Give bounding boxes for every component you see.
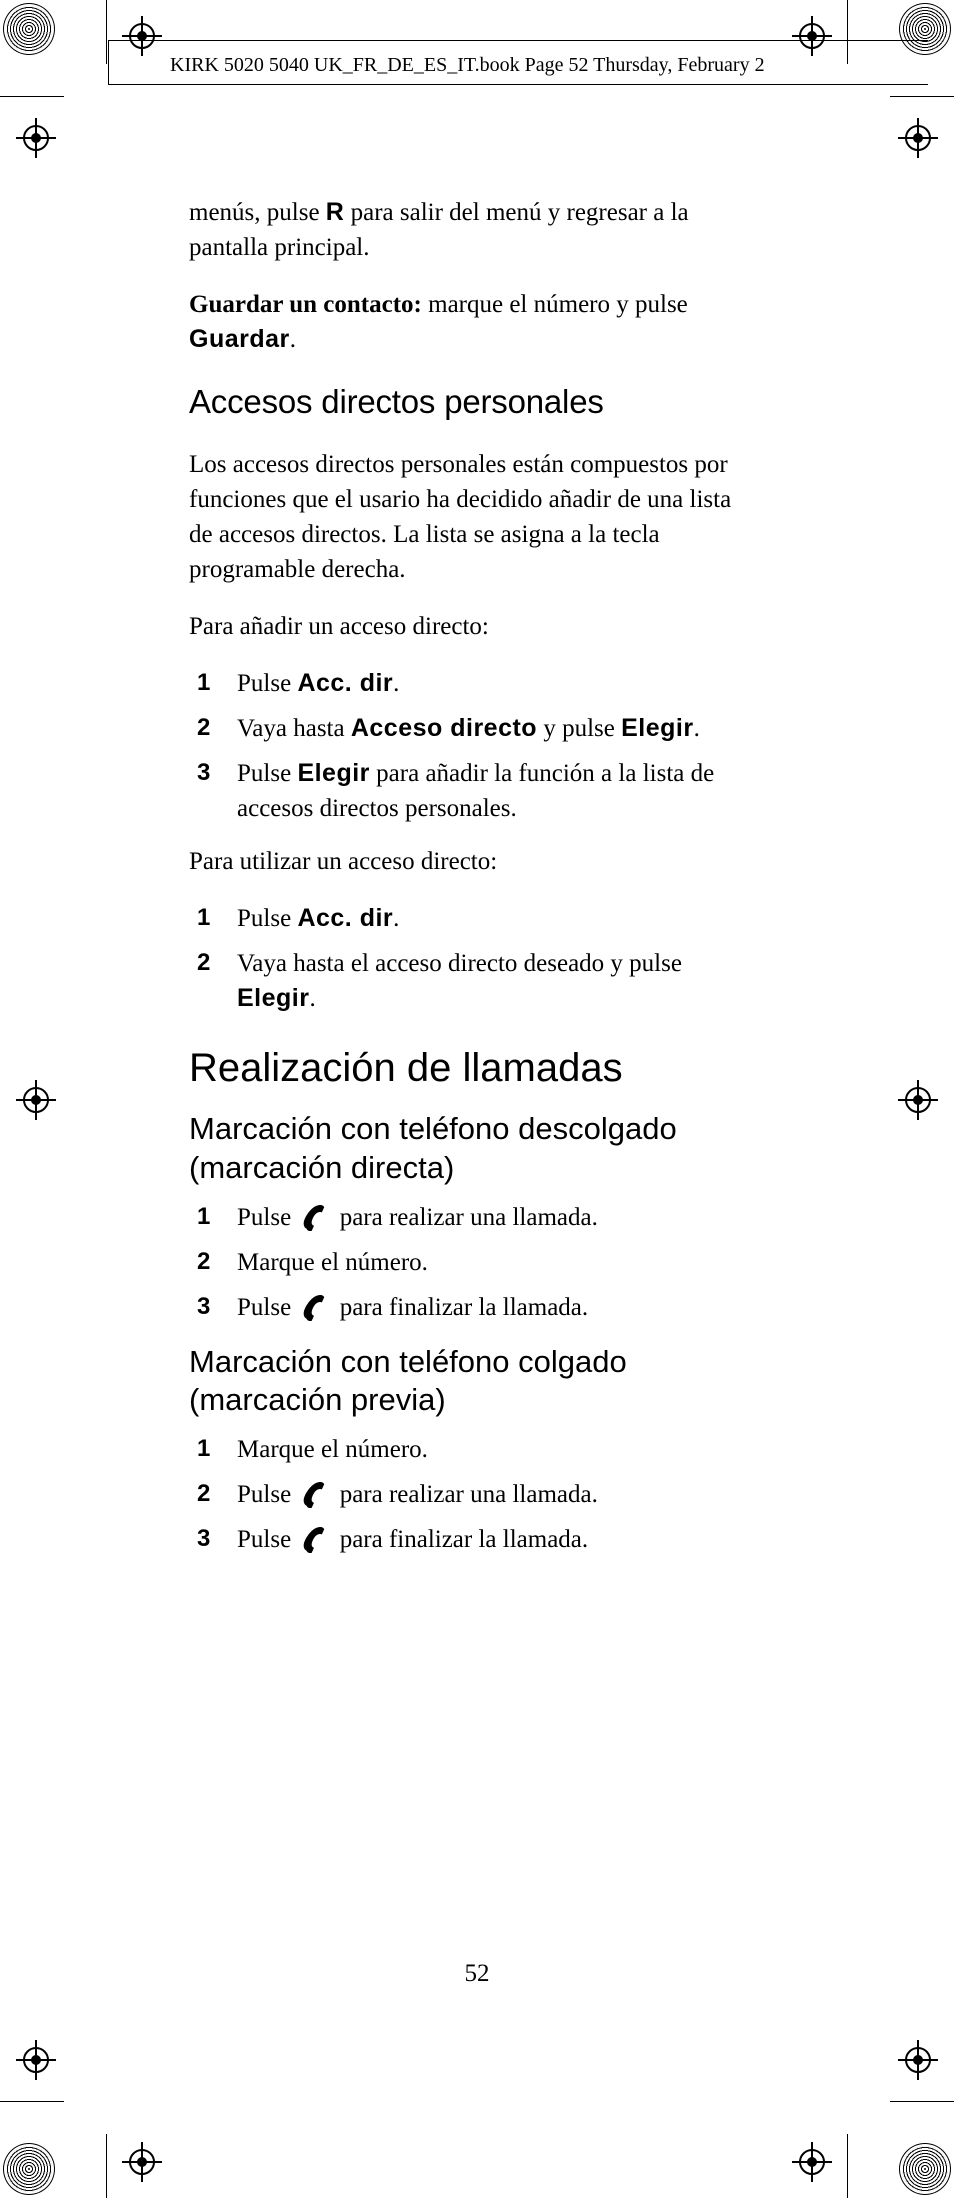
key-label: R [326, 198, 345, 226]
step-list: Pulse Acc. dir. Vaya hasta el acceso dir… [189, 901, 757, 1016]
body-text: y pulse [537, 715, 621, 742]
subsection-heading: Marcación con teléfono colgado (marcació… [189, 1343, 757, 1421]
crop-guide [890, 96, 954, 97]
header-rule [108, 40, 928, 41]
crop-mark-icon [6, 6, 52, 52]
step-list: Pulse para realizar una llamada. Marque … [189, 1200, 757, 1325]
step-item: Pulse para realizar una llamada. [189, 1477, 757, 1512]
subsection-heading: Marcación con teléfono descolgado (marca… [189, 1110, 757, 1188]
registration-mark-icon [898, 2040, 938, 2080]
body-paragraph: menús, pulse R para salir del menú y reg… [189, 195, 757, 265]
body-text: . [393, 670, 399, 697]
step-list: Pulse Acc. dir. Vaya hasta Acceso direct… [189, 666, 757, 826]
body-paragraph: Para añadir un acceso directo: [189, 609, 757, 644]
key-label: Guardar [189, 325, 290, 353]
crop-guide [847, 2134, 848, 2198]
phone-handset-icon [297, 1293, 333, 1321]
registration-mark-icon [898, 118, 938, 158]
crop-mark-icon [902, 6, 948, 52]
body-text: menús, pulse [189, 199, 326, 226]
registration-mark-icon [16, 2040, 56, 2080]
step-item: Vaya hasta el acceso directo deseado y p… [189, 946, 757, 1016]
page-content: menús, pulse R para salir del menú y reg… [189, 195, 757, 1575]
step-item: Pulse para realizar una llamada. [189, 1200, 757, 1235]
step-item: Pulse para finalizar la llamada. [189, 1290, 757, 1325]
key-label: Acc. dir [297, 669, 393, 697]
body-text: Pulse [237, 760, 297, 787]
key-label: Acc. dir [297, 904, 393, 932]
body-text: . [393, 905, 399, 932]
body-text: Pulse [237, 905, 297, 932]
phone-handset-icon [297, 1480, 333, 1508]
inline-heading: Guardar un contacto: [189, 291, 422, 318]
registration-mark-icon [16, 1080, 56, 1120]
registration-mark-icon [792, 2142, 832, 2182]
step-item: Vaya hasta Acceso directo y pulse Elegir… [189, 711, 757, 746]
crop-guide [0, 2101, 64, 2102]
header-rule [108, 40, 109, 84]
key-label: Elegir [237, 984, 309, 1012]
body-text: Pulse [237, 1481, 297, 1508]
crop-guide [847, 0, 848, 64]
body-text: para realizar una llamada. [340, 1481, 598, 1508]
page-number: 52 [0, 1960, 954, 1988]
registration-mark-icon [898, 1080, 938, 1120]
body-paragraph: Los accesos directos personales están co… [189, 447, 757, 587]
body-paragraph: Para utilizar un acceso directo: [189, 844, 757, 879]
body-text: . [694, 715, 700, 742]
crop-guide [106, 0, 107, 64]
body-text: para finalizar la llamada. [340, 1526, 588, 1553]
step-item: Marque el número. [189, 1432, 757, 1467]
document-header: KIRK 5020 5040 UK_FR_DE_ES_IT.book Page … [170, 54, 765, 77]
crop-guide [106, 2134, 107, 2198]
body-text: Pulse [237, 1294, 297, 1321]
body-text: Pulse [237, 1526, 297, 1553]
step-item: Pulse Acc. dir. [189, 901, 757, 936]
crop-mark-icon [902, 2146, 948, 2192]
body-text: . [309, 985, 315, 1012]
crop-mark-icon [6, 2146, 52, 2192]
registration-mark-icon [122, 16, 162, 56]
page-title: Realización de llamadas [189, 1040, 757, 1096]
body-text: marque el número y pulse [422, 291, 688, 318]
step-list: Marque el número. Pulse para realizar un… [189, 1432, 757, 1557]
key-label: Acceso directo [351, 714, 537, 742]
crop-guide [0, 96, 64, 97]
key-label: Elegir [621, 714, 693, 742]
body-paragraph: Guardar un contacto: marque el número y … [189, 287, 757, 357]
header-rule [108, 84, 928, 85]
section-heading: Accesos directos personales [189, 379, 757, 425]
body-text: para finalizar la llamada. [340, 1294, 588, 1321]
phone-handset-icon [297, 1203, 333, 1231]
body-text: Pulse [237, 670, 297, 697]
body-text: para realizar una llamada. [340, 1204, 598, 1231]
registration-mark-icon [16, 118, 56, 158]
phone-handset-icon [297, 1525, 333, 1553]
key-label: Elegir [297, 759, 369, 787]
step-item: Pulse Elegir para añadir la función a la… [189, 756, 757, 826]
crop-guide [890, 2101, 954, 2102]
step-item: Pulse Acc. dir. [189, 666, 757, 701]
step-item: Marque el número. [189, 1245, 757, 1280]
registration-mark-icon [122, 2142, 162, 2182]
body-text: Vaya hasta el acceso directo deseado y p… [237, 950, 682, 977]
body-text: Vaya hasta [237, 715, 351, 742]
registration-mark-icon [792, 16, 832, 56]
body-text: Pulse [237, 1204, 297, 1231]
step-item: Pulse para finalizar la llamada. [189, 1522, 757, 1557]
body-text: . [290, 326, 296, 353]
